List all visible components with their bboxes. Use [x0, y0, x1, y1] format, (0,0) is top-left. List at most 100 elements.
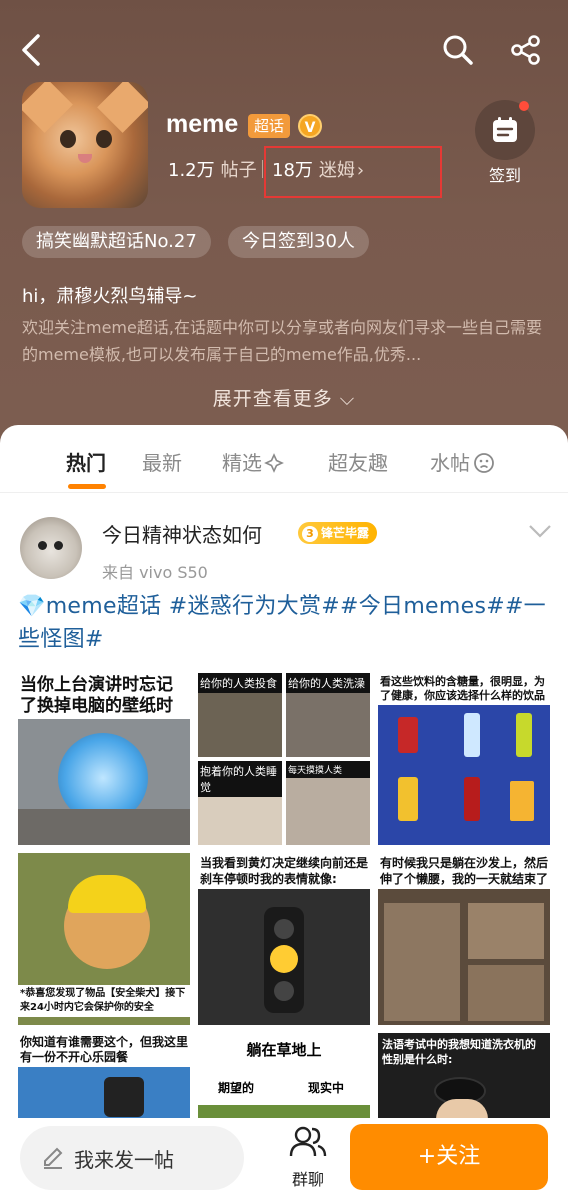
tab-superfun[interactable]: 超友趣 — [328, 447, 388, 476]
supertopic-badge: 超话 — [248, 114, 291, 138]
tab-featured[interactable]: 精选 — [222, 447, 284, 476]
tab-hot[interactable]: 热门 — [66, 447, 106, 476]
coke-bottle-shape — [464, 777, 480, 821]
thinking-emoji-icon — [270, 945, 298, 973]
floor-shape — [18, 809, 190, 845]
drink-bottle-shape — [516, 713, 532, 757]
topic-description: 欢迎关注meme超话,在话题中你可以分享或者向网友们寻求一些自己需要的meme模… — [22, 318, 542, 364]
water-bottle-shape — [464, 713, 480, 757]
image-caption: 你知道有谁需要这个，但我这里有一份不开心乐园餐 — [18, 1033, 190, 1067]
avatar-eye — [54, 541, 63, 550]
cat-sofa-shape — [384, 903, 460, 1021]
active-tab-indicator — [68, 484, 106, 489]
sub-caption: 给你的人类洗澡 — [286, 673, 370, 693]
grid-image[interactable]: 躺在草地上 期望的 现实中 — [198, 1033, 370, 1125]
image-grid: 当你上台演讲时忘记了换掉电脑的壁纸时 给你的人类投食 给你的人类洗澡 抱着你的人… — [18, 673, 550, 1125]
meal-box-shape — [104, 1077, 144, 1117]
image-caption: 期望的 — [218, 1081, 255, 1095]
posts-stat[interactable]: 1.2万 帖子 — [168, 156, 257, 182]
author-avatar[interactable] — [20, 517, 82, 579]
post-source: 来自 vivo S50 — [102, 563, 208, 582]
sub-caption: 给你的人类投食 — [198, 673, 282, 693]
grid-image[interactable]: 你知道有谁需要这个，但我这里有一份不开心乐园餐 — [18, 1033, 190, 1125]
image-caption: 法语考试中的我想知道洗衣机的性别是什么时: — [382, 1038, 536, 1066]
group-chat-button[interactable]: 群聊 — [280, 1124, 336, 1190]
stat-divider — [262, 160, 263, 178]
share-button[interactable] — [504, 28, 548, 72]
tab-water-post[interactable]: 水帖 — [430, 447, 495, 476]
grid-image[interactable]: 有时候我只是躺在沙发上，然后伸了个懒腰，我的一天就结束了 — [378, 853, 550, 1025]
image-caption: 当你上台演讲时忘记了换掉电脑的壁纸时 — [18, 673, 190, 719]
chevron-down-icon[interactable] — [528, 523, 552, 539]
sub-image: 给你的人类洗澡 — [286, 673, 370, 757]
topic-name: meme — [166, 110, 239, 138]
posts-count: 1.2万 — [168, 160, 215, 181]
grid-image[interactable]: 当你上台演讲时忘记了换掉电脑的壁纸时 — [18, 673, 190, 845]
cat-sofa-shape — [468, 903, 544, 959]
cat-eye — [96, 130, 112, 148]
hard-hat-shape — [68, 875, 146, 913]
sub-image: 抱着你的人类睡觉 — [198, 761, 282, 845]
checkin-count-pill[interactable]: 今日签到30人 — [228, 226, 369, 258]
compose-label: 我来发一帖 — [74, 1147, 174, 1172]
avatar-eye — [38, 541, 47, 550]
sparkle-icon — [264, 453, 284, 473]
light-off — [274, 919, 294, 939]
grid-image[interactable]: 当我看到黄灯决定继续向前还是刹车停顿时我的表情就像: — [198, 853, 370, 1025]
search-button[interactable] — [436, 28, 480, 72]
verified-icon: V — [298, 114, 322, 138]
group-chat-label: 群聊 — [291, 1170, 324, 1189]
compose-post-button[interactable]: 我来发一帖 — [20, 1126, 244, 1190]
rank-pill[interactable]: 搞笑幽默超话No.27 — [22, 226, 211, 258]
image-caption: 当我看到黄灯决定继续向前还是刹车停顿时我的表情就像: — [198, 853, 370, 889]
image-caption: 有时候我只是躺在沙发上，然后伸了个懒腰，我的一天就结束了 — [378, 853, 550, 889]
sub-caption: 每天摸摸人类 — [286, 761, 370, 778]
topic-avatar[interactable] — [22, 82, 148, 208]
fan-level-badge: 3 锋芒毕露 — [298, 522, 378, 544]
checkin-label[interactable]: 签到 — [475, 162, 535, 186]
image-caption: *恭喜您发现了物品【安全柴犬】接下来24小时内它会保护你的安全 — [18, 985, 190, 1017]
sad-face-icon — [474, 453, 494, 473]
sub-image: 给你的人类投食 — [198, 673, 282, 757]
sub-caption: 抱着你的人类睡觉 — [198, 761, 282, 797]
level-number: 3 — [302, 526, 318, 542]
level-label: 锋芒毕露 — [321, 526, 370, 540]
tea-bottle-shape — [398, 777, 418, 821]
cat-eye — [60, 130, 76, 148]
tab-water-post-label: 水帖 — [430, 451, 470, 475]
share-icon — [511, 35, 540, 65]
grid-image[interactable]: 看这些饮料的含糖量，很明显，为了健康，你应该选择什么样的饮品 — [378, 673, 550, 845]
beer-glass-shape — [510, 781, 534, 821]
back-button[interactable] — [10, 28, 54, 72]
post-title[interactable]: 今日精神状态如何 — [102, 519, 262, 548]
tab-featured-label: 精选 — [222, 451, 262, 475]
back-arrow-icon — [22, 34, 40, 66]
image-caption: 看这些饮料的含糖量，很明显，为了健康，你应该选择什么样的饮品 — [378, 673, 550, 705]
posts-label: 帖子 — [220, 160, 257, 181]
group-chat-icon — [289, 1126, 327, 1157]
notification-dot — [519, 101, 529, 111]
calendar-icon — [493, 117, 517, 142]
cat-sofa-shape — [468, 965, 544, 1021]
content-panel: 热门 最新 精选 超友趣 水帖 今日精神状态如何 3 锋芒毕露 来自 vivo S… — [0, 425, 568, 1125]
search-icon — [443, 35, 473, 65]
expand-more-button[interactable]: 展开查看更多 ⌵ — [0, 384, 568, 411]
follow-button[interactable]: +关注 — [350, 1124, 548, 1190]
tab-latest[interactable]: 最新 — [142, 447, 182, 476]
post-text[interactable]: 💎meme超话 #迷惑行为大赏##今日memes##一些怪图# — [18, 590, 550, 656]
sub-image: 每天摸摸人类 — [286, 761, 370, 845]
pencil-icon — [44, 1147, 63, 1169]
cola-can-shape — [398, 717, 418, 753]
image-caption: 现实中 — [308, 1081, 345, 1095]
image-caption: 躺在草地上 — [246, 1041, 322, 1059]
grid-image[interactable]: 给你的人类投食 给你的人类洗澡 抱着你的人类睡觉 每天摸摸人类 — [198, 673, 370, 845]
topic-header: meme 超话 V 1.2万 帖子 18万 迷姆 › 签到 搞笑幽默超话No.27 今… — [0, 0, 568, 470]
grid-image[interactable]: 法语考试中的我想知道洗衣机的性别是什么时: — [378, 1033, 550, 1125]
bottom-action-bar: 我来发一帖 群聊 +关注 — [0, 1118, 568, 1200]
light-off — [274, 981, 294, 1001]
cat-ear — [97, 82, 148, 133]
highlight-annotation-box — [264, 146, 442, 198]
cat-ear — [22, 82, 73, 133]
grid-image[interactable]: *恭喜您发现了物品【安全柴犬】接下来24小时内它会保护你的安全 — [18, 853, 190, 1025]
cat-nose — [78, 154, 92, 163]
